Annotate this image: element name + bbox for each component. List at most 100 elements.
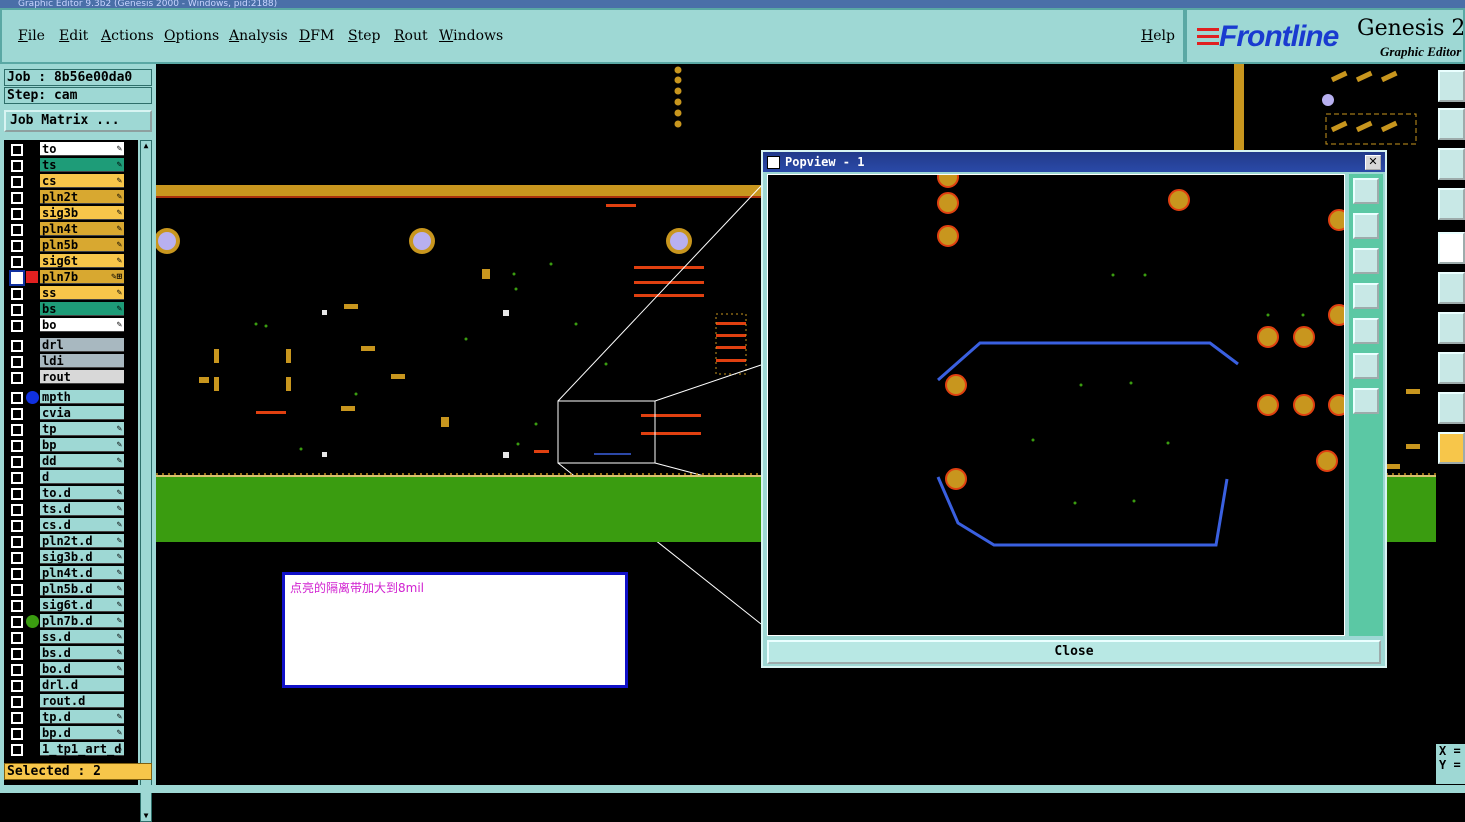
- layer-checkbox[interactable]: [11, 256, 23, 268]
- layer-checkbox[interactable]: [11, 208, 23, 220]
- layer-checkbox[interactable]: [11, 600, 23, 612]
- pan-right-icon[interactable]: [1353, 318, 1379, 344]
- layer-row[interactable]: to.d ✎: [4, 486, 138, 501]
- layer-row[interactable]: bp ✎: [4, 438, 138, 453]
- layer-checkbox[interactable]: [11, 408, 23, 420]
- layer-row[interactable]: tp ✎: [4, 422, 138, 437]
- layer-row[interactable]: drl.d: [4, 678, 138, 693]
- layer-row[interactable]: cs.d ✎: [4, 518, 138, 533]
- layer-checkbox[interactable]: [11, 240, 23, 252]
- zoom-out-icon[interactable]: [1353, 388, 1379, 414]
- pan-up-icon[interactable]: [1353, 213, 1379, 239]
- layer-checkbox[interactable]: [11, 440, 23, 452]
- menu-dfm[interactable]: DFM: [299, 28, 334, 44]
- pointer-icon[interactable]: [1438, 432, 1465, 464]
- layer-checkbox[interactable]: [11, 392, 23, 404]
- layer-row[interactable]: ss.d ✎: [4, 630, 138, 645]
- layer-list-scrollbar[interactable]: ▲ ▼: [140, 140, 152, 822]
- draw-icon[interactable]: [1438, 392, 1465, 424]
- popview-close-button[interactable]: Close: [767, 640, 1381, 664]
- layer-row[interactable]: pln4t.d ✎: [4, 566, 138, 581]
- popview-drawing[interactable]: [768, 175, 1345, 636]
- layer-row[interactable]: pln2t.d ✎: [4, 534, 138, 549]
- layer-checkbox[interactable]: [11, 340, 23, 352]
- layer-checkbox[interactable]: [11, 456, 23, 468]
- layer-row[interactable]: cvia: [4, 406, 138, 421]
- layer-row[interactable]: mpth: [4, 390, 138, 405]
- layer-row[interactable]: pln5b.d ✎: [4, 582, 138, 597]
- isolation-trace-bottom[interactable]: [936, 476, 1229, 547]
- menu-rout[interactable]: Rout: [394, 28, 428, 44]
- layer-row[interactable]: ldi: [4, 354, 138, 369]
- layer-row[interactable]: pln2t ✎: [4, 190, 138, 205]
- layer-checkbox[interactable]: [11, 552, 23, 564]
- layer-checkbox[interactable]: [11, 320, 23, 332]
- layer-row[interactable]: pln5b ✎: [4, 238, 138, 253]
- layer-row[interactable]: cs ✎: [4, 174, 138, 189]
- menu-actions[interactable]: Actions: [101, 28, 154, 44]
- layer-row[interactable]: ss ✎: [4, 286, 138, 301]
- pan-down-icon[interactable]: [1353, 248, 1379, 274]
- layer-row[interactable]: ts ✎: [4, 158, 138, 173]
- layer-row[interactable]: ts.d ✎: [4, 502, 138, 517]
- layer-row[interactable]: sig3b ✎: [4, 206, 138, 221]
- layer-checkbox[interactable]: [11, 192, 23, 204]
- layer-checkbox[interactable]: [11, 504, 23, 516]
- zoom-home-icon[interactable]: [1438, 70, 1465, 102]
- layer-row[interactable]: bs.d ✎: [4, 646, 138, 661]
- layer-checkbox[interactable]: [11, 424, 23, 436]
- layer-row[interactable]: tp.d ✎: [4, 710, 138, 725]
- layer-checkbox[interactable]: [11, 224, 23, 236]
- layer-row[interactable]: sig6t.d ✎: [4, 598, 138, 613]
- measure-icon[interactable]: [1438, 312, 1465, 344]
- layer-row[interactable]: pln4t ✎: [4, 222, 138, 237]
- layer-checkbox[interactable]: [11, 144, 23, 156]
- annotation-note[interactable]: 点亮的隔离带加大到8mil: [282, 572, 628, 688]
- layer-row[interactable]: bp.d ✎: [4, 726, 138, 741]
- layer-checkbox[interactable]: [11, 696, 23, 708]
- zoom-window-icon[interactable]: [1438, 148, 1465, 180]
- layer-row[interactable]: bo ✎: [4, 318, 138, 333]
- popview-zoom-icon[interactable]: [1353, 178, 1379, 204]
- layer-checkbox[interactable]: [11, 664, 23, 676]
- layer-checkbox[interactable]: [11, 680, 23, 692]
- layer-row[interactable]: bs ✎: [4, 302, 138, 317]
- layer-checkbox[interactable]: [11, 520, 23, 532]
- popview-title-bar[interactable]: Popview - 1 ✕: [763, 152, 1385, 172]
- select-mode-icon[interactable]: [1438, 352, 1465, 384]
- layer-checkbox[interactable]: [11, 160, 23, 172]
- layer-row[interactable]: bo.d ✎: [4, 662, 138, 677]
- layer-row[interactable]: pln7b.d ✎: [4, 614, 138, 629]
- layer-checkbox[interactable]: [11, 616, 23, 628]
- scroll-down-icon[interactable]: ▼: [142, 812, 150, 820]
- layer-row[interactable]: sig3b.d ✎: [4, 550, 138, 565]
- isolation-trace-top[interactable]: [937, 341, 1239, 382]
- layer-row[interactable]: d: [4, 470, 138, 485]
- job-matrix-button[interactable]: Job Matrix ...: [4, 110, 152, 132]
- zoom-in-icon[interactable]: [1353, 353, 1379, 379]
- zoom-area-icon[interactable]: [1438, 188, 1465, 220]
- menu-windows[interactable]: Windows: [439, 28, 503, 44]
- menu-step[interactable]: Step: [348, 28, 380, 44]
- menu-options[interactable]: Options: [164, 28, 219, 44]
- layer-row[interactable]: dd ✎: [4, 454, 138, 469]
- layer-checkbox[interactable]: [11, 648, 23, 660]
- net-icon[interactable]: [1438, 272, 1465, 304]
- window-menu-icon[interactable]: [767, 156, 780, 169]
- layer-row[interactable]: 1_tp1_art_d ✎: [4, 742, 138, 757]
- layer-checkbox[interactable]: [11, 176, 23, 188]
- layer-row[interactable]: rout: [4, 370, 138, 385]
- layer-checkbox[interactable]: [9, 270, 25, 286]
- menu-file[interactable]: File: [18, 28, 45, 44]
- pan-left-icon[interactable]: [1438, 108, 1465, 140]
- popview-window[interactable]: Popview - 1 ✕ Close: [761, 150, 1387, 668]
- layer-checkbox[interactable]: [11, 744, 23, 756]
- close-icon[interactable]: ✕: [1365, 155, 1381, 170]
- popview-canvas[interactable]: [767, 174, 1345, 636]
- layer-checkbox[interactable]: [11, 372, 23, 384]
- layer-checkbox[interactable]: [11, 472, 23, 484]
- layer-checkbox[interactable]: [11, 304, 23, 316]
- menu-edit[interactable]: Edit: [59, 28, 88, 44]
- layer-checkbox[interactable]: [11, 356, 23, 368]
- layer-checkbox[interactable]: [11, 536, 23, 548]
